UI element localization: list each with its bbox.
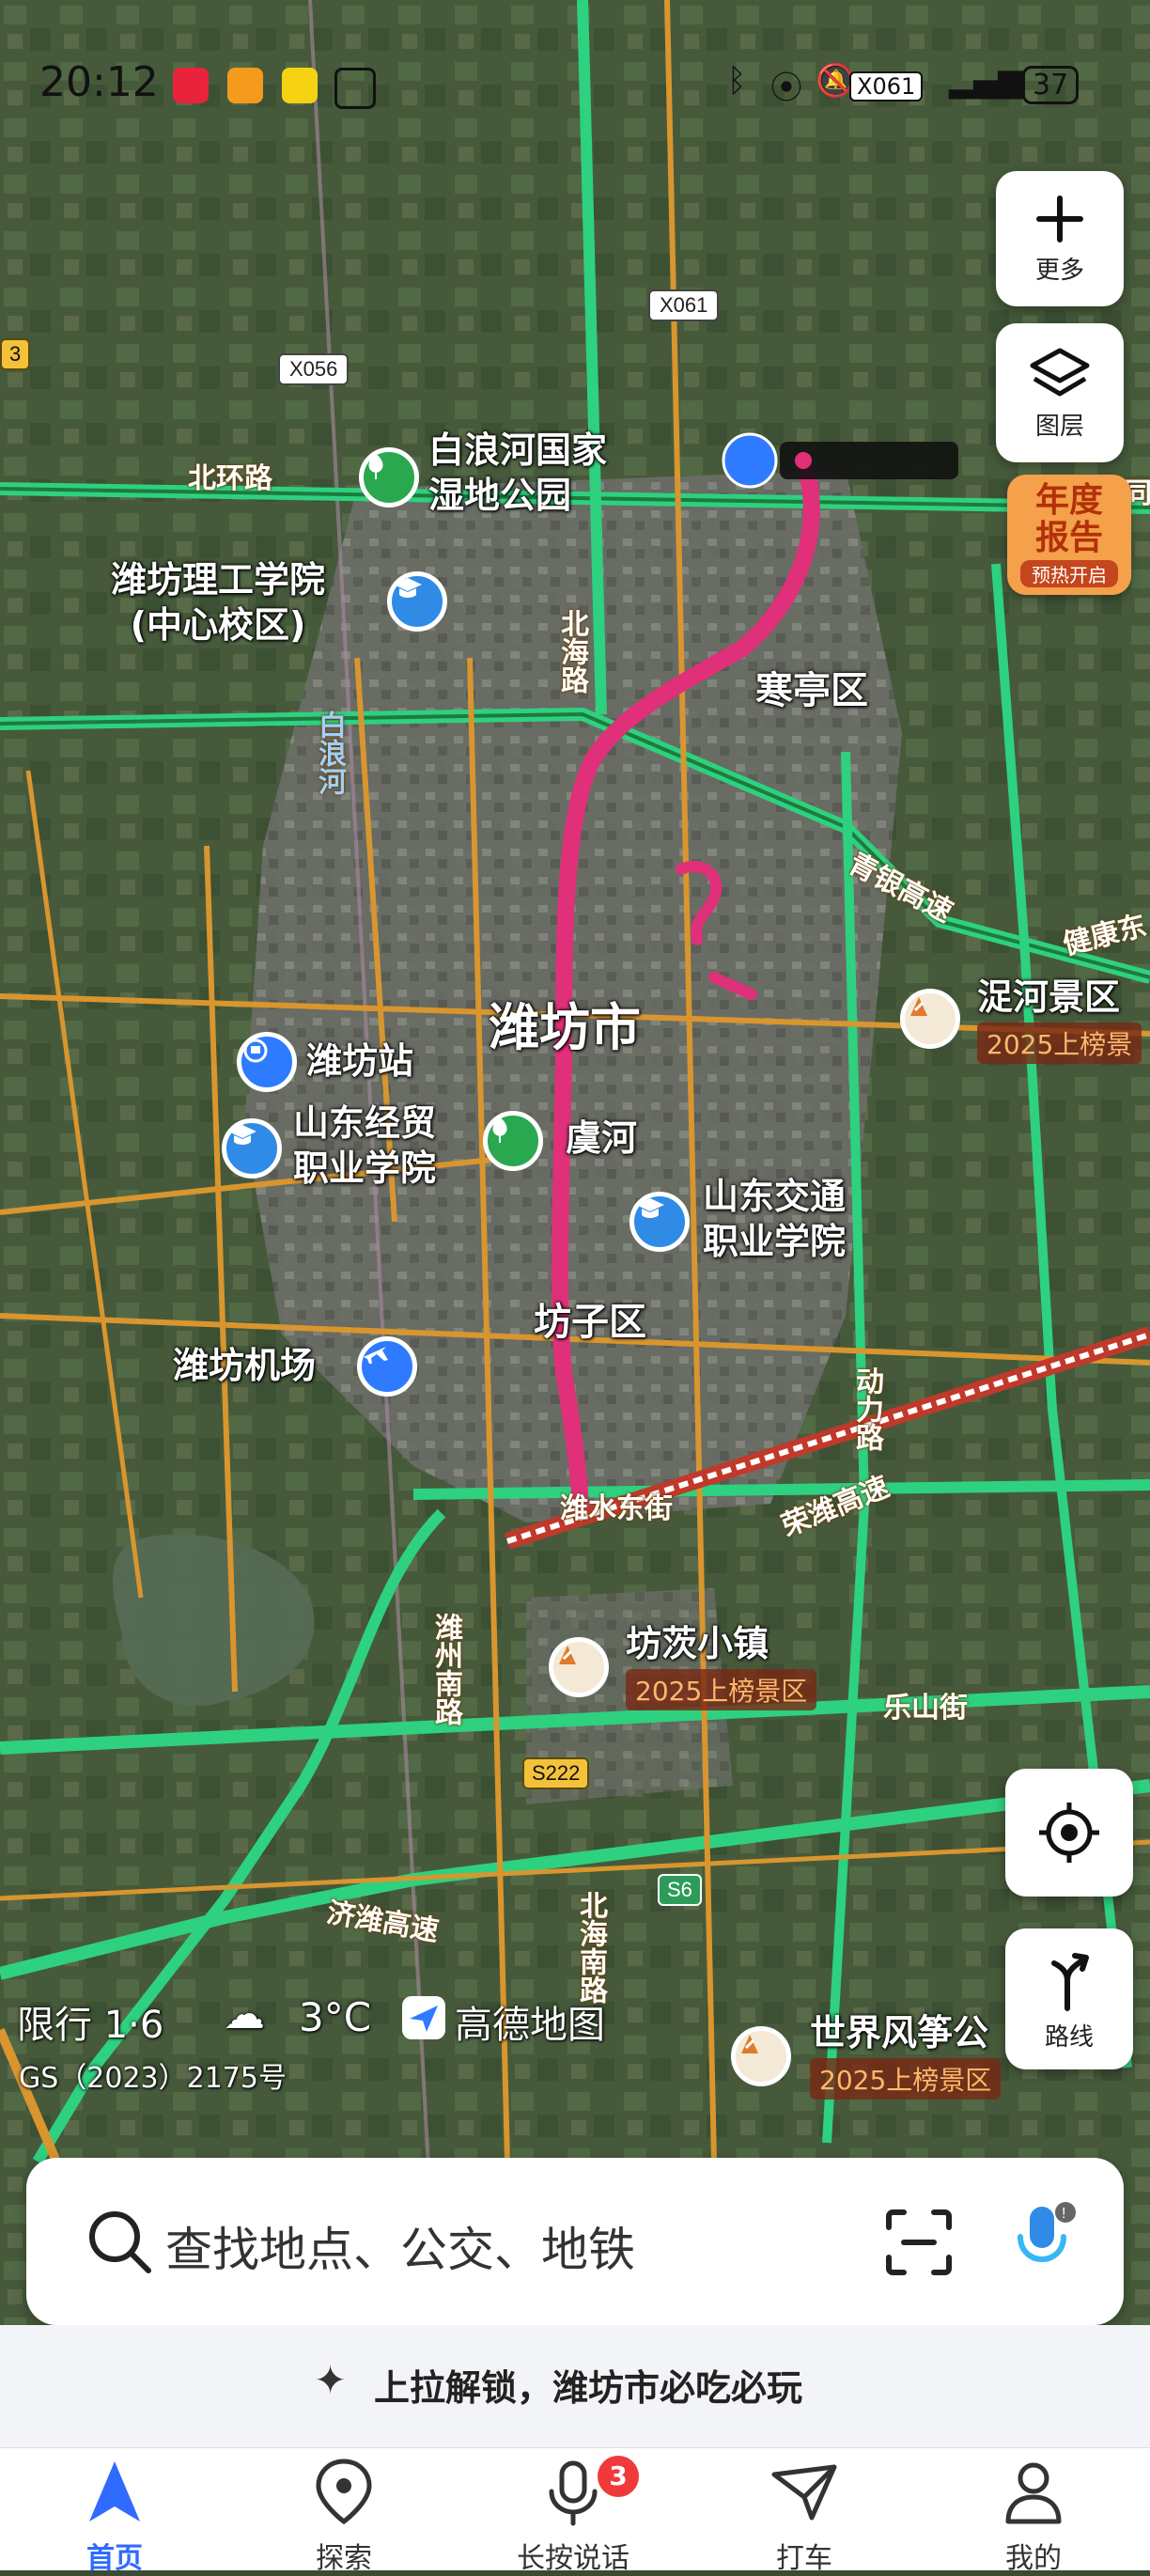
signal-x-icon: X061 [849,71,924,101]
amap-logo-icon [402,1996,445,2039]
search-bar[interactable]: 查找地点、公交、地铁 ! [26,2158,1124,2325]
district-fangzi: 坊子区 [534,1301,646,1344]
taxi-icon [771,2464,837,2521]
promo-text: 上拉解锁，潍坊市必吃必玩 [374,2367,803,2409]
search-icon [89,2211,151,2273]
road-label-weishui: 潍水东街 [560,1492,673,1525]
road-shield-x056: X056 [278,353,350,385]
road-label-beihai-south: 北海南路 [574,1891,607,2004]
tab-label: 探索 [316,2542,372,2575]
bluetooth-icon: ᛒ [727,62,747,100]
school-icon[interactable] [387,571,447,632]
tab-taxi[interactable]: 打车 [729,2456,879,2576]
status-bar: 20:12 ᛒ ⦿ 🔕 X061 ▂▄▆ 37 [0,0,1150,169]
river-label-bailang: 白浪河 [313,710,346,795]
poi-weifang-airport[interactable]: 潍坊机场 [173,1344,316,1389]
poi-weifang-tech[interactable]: 潍坊理工学院 (中心校区) [111,558,325,648]
school-icon[interactable] [222,1118,282,1179]
road-shield-s222: S222 [522,1757,590,1789]
report-tag: 预热开启 [1020,560,1118,587]
location-icon: ⦿ [770,70,802,107]
tab-mine[interactable]: 我的 [958,2456,1109,2576]
train-station-icon[interactable] [237,1032,297,1092]
current-location-dot [722,432,778,489]
report-title: 年度 报告 [1034,481,1103,557]
promo-banner[interactable]: ✦ 上拉解锁，潍坊市必吃必玩 [0,2325,1150,2447]
tab-explore[interactable]: 探索 [269,2456,419,2576]
road-label-dongli: 动力路 [850,1366,883,1451]
poi-weifang-station[interactable]: 潍坊站 [306,1039,413,1085]
road-shield-edge: 3 [0,338,31,370]
poi-nihe-scenic[interactable]: 浞河景区 [977,976,1120,1021]
poi-fangcha-town[interactable]: 坊茨小镇 [626,1622,769,1667]
mail-icon [282,68,318,103]
xiaohongshu-icon [173,68,209,103]
road-label-beihuan: 北环路 [188,462,272,495]
ranking-badge: 2025上榜景区 [810,2058,1002,2100]
layers-icon [1030,348,1090,396]
park-icon[interactable] [359,447,419,507]
location-pin-icon [316,2459,372,2525]
svg-text:!: ! [1062,2206,1065,2222]
map-license: GS（2023）2175号 [19,2062,287,2095]
poi-sd-economy[interactable]: 山东经贸 职业学院 [293,1101,436,1191]
notification-badge: 3 [598,2456,639,2497]
road-shield-s6: S6 [658,1874,702,1906]
road-label-leshan: 乐山街 [883,1692,968,1725]
microphone-icon [549,2460,598,2526]
weather-temperature[interactable]: 3°C [299,1994,371,2040]
weather-cloud-icon[interactable]: ☁ [224,1991,265,2038]
status-time: 20:12 [39,58,159,106]
poi-yuhe[interactable]: 虞河 [566,1116,637,1162]
district-hanting: 寒亭区 [755,669,868,712]
route-fork-icon [1051,1952,1089,2011]
voice-assistant-icon[interactable]: ! [1007,2197,1082,2282]
layers-label: 图层 [1034,412,1084,441]
navigate-arrow-icon [89,2461,140,2521]
bottom-tab-bar: 首页 探索 3 长按说话 打车 我的 [0,2447,1150,2575]
layers-button[interactable]: 图层 [996,323,1124,462]
annual-report-button[interactable]: 年度 报告 预热开启 [1007,475,1131,595]
poi-bailanghe-park[interactable]: 白浪河国家 湿地公园 [428,429,607,518]
tab-voice[interactable]: 3 长按说话 [498,2456,648,2576]
brand-name: 高德地图 [455,2004,605,2047]
tab-label: 长按说话 [517,2542,629,2575]
tab-label: 首页 [86,2542,143,2575]
search-input[interactable]: 查找地点、公交、地铁 [165,2212,635,2280]
road-label-beihai: 北海路 [555,609,588,694]
battery-icon: 37 [1022,66,1080,104]
app-notification-icon [227,68,263,103]
city-label-weifang: 潍坊市 [489,998,641,1057]
plus-icon [1036,195,1083,242]
ranking-badge: 2025上榜景 [977,1023,1142,1064]
crosshair-icon [1039,1803,1099,1863]
poi-kite-world[interactable]: 世界风筝公 [810,2011,988,2056]
scan-icon[interactable] [883,2207,955,2278]
poi-sd-transport[interactable]: 山东交通 职业学院 [703,1175,846,1264]
ranking-badge: 2025上榜景区 [626,1669,817,1710]
route-label: 路线 [1044,2022,1094,2052]
person-icon [1005,2462,1062,2524]
airport-icon[interactable] [357,1336,417,1397]
road-label-weizhou-south: 潍州南路 [429,1613,462,1725]
locate-me-button[interactable] [1005,1769,1133,1897]
road-shield-x061: X061 [648,289,720,321]
tab-home[interactable]: 首页 [39,2456,190,2576]
route-button[interactable]: 路线 [1005,1928,1133,2069]
tab-label: 我的 [1005,2542,1062,2575]
park-icon[interactable] [483,1111,543,1171]
tab-label: 打车 [776,2542,832,2575]
more-label: 更多 [1034,256,1084,285]
more-button[interactable]: 更多 [996,171,1124,306]
nfc-icon [334,68,376,109]
traffic-restriction[interactable]: 限行 1·6 [17,1994,163,2049]
scenic-spot-icon[interactable] [549,1637,609,1697]
sparkle-icon: ✦ [314,2357,348,2403]
school-icon[interactable] [629,1192,690,1252]
scenic-spot-icon[interactable] [731,2026,791,2086]
signal-icon: ▂▄▆ [949,62,1023,100]
scenic-spot-icon[interactable] [900,989,960,1049]
